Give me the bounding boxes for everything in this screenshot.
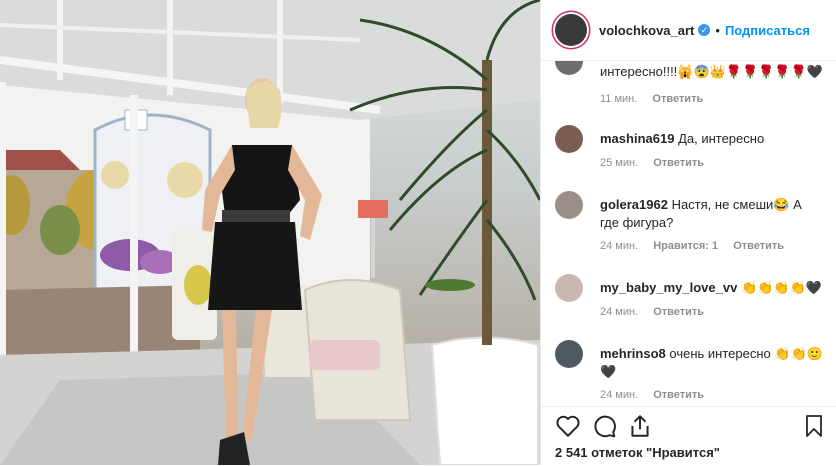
avatar[interactable] bbox=[555, 191, 583, 219]
reply-button[interactable]: Ответить bbox=[653, 157, 704, 169]
comment-username[interactable]: my_baby_my_love_vv bbox=[600, 280, 737, 295]
comment-text: golera1962 Настя, не смеши😂 А где фигура… bbox=[600, 196, 824, 232]
post-actions: 2 541 отметок "Нравится" bbox=[541, 406, 836, 466]
bookmark-icon[interactable] bbox=[802, 413, 826, 439]
comment-meta: 11 мин. Ответить bbox=[600, 93, 715, 105]
post-photo[interactable] bbox=[0, 0, 540, 465]
comment-message: 👏👏👏👏🖤 bbox=[740, 280, 822, 295]
follow-button[interactable]: Подписаться bbox=[725, 23, 810, 38]
comment-time[interactable]: 11 мин. bbox=[600, 93, 637, 105]
comment-time[interactable]: 25 мин. bbox=[600, 157, 638, 169]
likes-count-link[interactable]: Нравится: 1 bbox=[653, 240, 718, 252]
comment-icon[interactable] bbox=[591, 413, 617, 439]
comment-text: mashina619 Да, интересно bbox=[600, 130, 824, 148]
comment-meta: 24 мин. Нравится: 1 Ответить bbox=[600, 240, 796, 252]
separator-dot: • bbox=[715, 22, 720, 38]
comment-username[interactable]: mashina619 bbox=[600, 131, 674, 146]
username-link[interactable]: volochkova_art bbox=[599, 23, 694, 38]
comment-time[interactable]: 24 мин. bbox=[600, 389, 638, 401]
photo-illustration bbox=[0, 0, 540, 465]
comment-username[interactable]: golera1962 bbox=[600, 197, 668, 212]
comment-time[interactable]: 24 мин. bbox=[600, 240, 638, 252]
likes-count[interactable]: 2 541 отметок "Нравится" bbox=[555, 445, 720, 460]
post-side-panel: volochkova_art ✓ • Подписаться интересно… bbox=[540, 0, 836, 465]
avatar[interactable] bbox=[555, 14, 587, 46]
comment-time[interactable]: 24 мин. bbox=[600, 306, 638, 318]
comment-username[interactable]: mehrinso8 bbox=[600, 346, 666, 361]
comments-list[interactable]: интересно!!!!🙀😨👑🌹🌹🌹🌹🌹🖤 11 мин. Ответить … bbox=[541, 61, 836, 406]
action-icons bbox=[555, 413, 826, 439]
share-icon[interactable] bbox=[627, 413, 653, 439]
reply-button[interactable]: Ответить bbox=[652, 93, 703, 105]
avatar[interactable] bbox=[555, 340, 583, 368]
avatar[interactable] bbox=[555, 125, 583, 153]
reply-button[interactable]: Ответить bbox=[733, 240, 784, 252]
comment-message: Да, интересно bbox=[678, 131, 765, 146]
avatar[interactable] bbox=[555, 61, 583, 75]
comment-text: интересно!!!!🙀😨👑🌹🌹🌹🌹🌹🖤 bbox=[600, 64, 823, 79]
reply-button[interactable]: Ответить bbox=[653, 389, 704, 401]
comment-meta: 24 мин. Ответить bbox=[600, 306, 716, 318]
comment-meta: 24 мин. Ответить bbox=[600, 389, 716, 401]
comment-meta: 25 мин. Ответить bbox=[600, 157, 716, 169]
verified-check-icon: ✓ bbox=[698, 24, 711, 36]
comment-text: my_baby_my_love_vv 👏👏👏👏🖤 bbox=[600, 279, 824, 297]
reply-button[interactable]: Ответить bbox=[653, 306, 704, 318]
heart-icon[interactable] bbox=[555, 413, 581, 439]
comment-text: mehrinso8 очень интересно 👏👏🙂🖤 bbox=[600, 345, 824, 381]
avatar[interactable] bbox=[555, 274, 583, 302]
instagram-post: volochkova_art ✓ • Подписаться интересно… bbox=[0, 0, 836, 465]
post-header: volochkova_art ✓ • Подписаться bbox=[541, 0, 836, 61]
